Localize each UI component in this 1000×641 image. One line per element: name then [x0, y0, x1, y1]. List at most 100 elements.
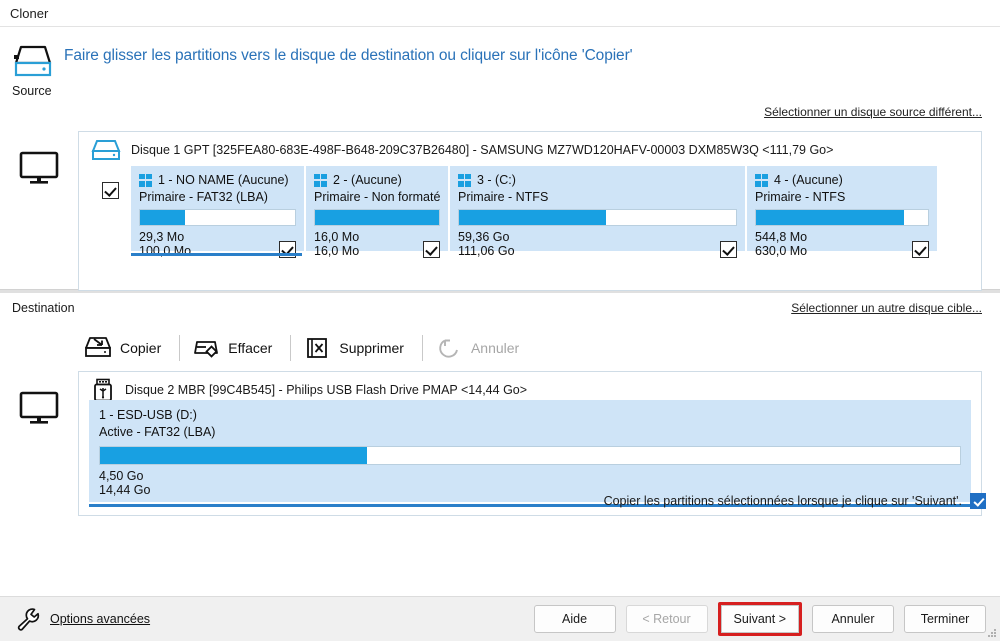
hard-disk-small-icon	[91, 138, 121, 162]
source-partition[interactable]: 1 - NO NAME (Aucune) Primaire - FAT32 (LB…	[131, 166, 304, 258]
window-title: Cloner	[10, 5, 49, 21]
select-other-target-disk-link[interactable]: Sélectionner un autre disque cible...	[791, 301, 982, 315]
source-partition-title-text: 4 - (Aucune)	[774, 173, 843, 187]
annuler-button[interactable]: Annuler	[812, 605, 894, 633]
toolbar-divider	[290, 335, 292, 361]
source-total-size: 16,0 Mo	[314, 244, 360, 258]
destination-computer-column	[0, 371, 78, 425]
source-partition-checkbox[interactable]	[912, 241, 929, 258]
undo-button: Annuler	[429, 333, 531, 363]
advanced-options-label: Options avancées	[50, 612, 151, 626]
source-partition-strip: 1 - NO NAME (Aucune) Primaire - FAT32 (LB…	[89, 160, 981, 258]
resize-grip[interactable]	[987, 628, 997, 638]
monitor-icon	[19, 151, 59, 185]
windows-logo-icon	[314, 173, 327, 187]
windows-logo-icon	[458, 173, 471, 187]
copy-icon	[84, 335, 112, 361]
source-partition[interactable]: 4 - (Aucune) Primaire - NTFS 544,8 Mo 630,0…	[747, 166, 937, 258]
source-usage-bar	[314, 209, 440, 226]
destination-total-size: 14,44 Go	[99, 483, 151, 497]
source-partition-fs: Primaire - NTFS	[458, 190, 549, 204]
copy-button-label: Copier	[120, 340, 162, 356]
destination-partition-title: 1 - ESD-USB (D:)	[99, 408, 197, 422]
source-partition-checkbox[interactable]	[423, 241, 440, 258]
erase-button-label: Effacer	[228, 340, 273, 356]
source-partition-title: 2 - (Aucune)	[314, 173, 440, 187]
source-partition-footer: 544,8 Mo 630,0 Mo	[755, 230, 929, 258]
source-partitions: 1 - NO NAME (Aucune) Primaire - FAT32 (LB…	[131, 166, 981, 258]
erase-icon	[192, 335, 220, 361]
destination-disk-info: Disque 2 MBR [99C4B545] - Philips USB Fl…	[125, 383, 528, 397]
source-used-size: 16,0 Mo	[314, 230, 360, 244]
source-total-size: 100,0 Mo	[139, 244, 192, 258]
copy-button[interactable]: Copier	[78, 333, 173, 363]
copy-on-next-label: Copier les partitions sélectionnées lors…	[603, 494, 962, 508]
destination-partition-fs: Active - FAT32 (LBA)	[99, 425, 216, 439]
source-partition-sizes: 544,8 Mo 630,0 Mo	[755, 230, 807, 258]
undo-button-label: Annuler	[470, 340, 520, 356]
destination-usage-fill	[100, 447, 367, 464]
source-partition-checkbox[interactable]	[279, 241, 296, 258]
source-partition[interactable]: 2 - (Aucune) Primaire - Non formaté 16,0 M…	[306, 166, 448, 258]
source-partition-title-text: 2 - (Aucune)	[333, 173, 402, 187]
copy-on-next-option[interactable]: Copier les partitions sélectionnées lors…	[604, 493, 986, 509]
footer-bar: Options avancées Aide < Retour Suivant > An…	[0, 596, 1000, 641]
source-total-size: 111,06 Go	[458, 244, 515, 258]
source-partition-footer: 16,0 Mo 16,0 Mo	[314, 230, 440, 258]
toolbar-divider	[421, 335, 423, 361]
source-partition-sizes: 16,0 Mo 16,0 Mo	[314, 230, 359, 258]
source-partition-title: 3 - (C:)	[458, 173, 737, 187]
header-row: Faire glisser les partitions vers le dis…	[0, 27, 1000, 81]
source-partition-footer: 29,3 Mo 100,0 Mo	[139, 230, 296, 258]
source-partition[interactable]: 3 - (C:) Primaire - NTFS 59,36 Go 111,06 Go	[450, 166, 745, 258]
hard-disk-icon	[12, 41, 54, 81]
delete-button[interactable]: Supprimer	[297, 333, 416, 363]
source-usage-bar	[139, 209, 296, 226]
destination-disk-header: Disque 2 MBR [99C4B545] - Philips USB Fl…	[79, 372, 981, 402]
next-button-highlight: Suivant >	[717, 602, 802, 636]
source-usage-fill	[315, 210, 439, 225]
source-disk-checkbox-column	[89, 166, 131, 199]
source-disk-header: Disque 1 GPT [325FEA80-683E-498F-B648-20…	[79, 132, 981, 160]
source-disk-info: Disque 1 GPT [325FEA80-683E-498F-B648-20…	[131, 143, 834, 157]
undo-icon	[435, 335, 463, 361]
source-partition-fs: Primaire - FAT32 (LBA)	[139, 190, 268, 204]
destination-partition-sizes: 4,50 Go 14,44 Go	[99, 469, 150, 497]
destination-partition[interactable]: 1 - ESD-USB (D:) Active - FAT32 (LBA) 4,…	[89, 400, 971, 507]
source-usage-fill	[140, 210, 185, 225]
select-different-source-link[interactable]: Sélectionner un disque source différent.…	[764, 105, 982, 119]
source-used-size: 29,3 Mo	[139, 230, 185, 244]
delete-button-label: Supprimer	[339, 340, 404, 356]
destination-toolbar: Copier Effacer Supprimer Annuler	[78, 329, 531, 367]
source-disk-checkbox[interactable]	[101, 182, 119, 199]
source-partition-sizes: 29,3 Mo 100,0 Mo	[139, 230, 191, 258]
advanced-options-link[interactable]: Options avancées	[14, 606, 150, 632]
suivant-button[interactable]: Suivant >	[720, 605, 799, 633]
source-section: Faire glisser les partitions vers le dis…	[0, 27, 1000, 291]
page-title: Faire glisser les partitions vers le dis…	[64, 47, 633, 64]
source-label: Source	[12, 84, 52, 98]
source-usage-bar	[458, 209, 737, 226]
aide-button[interactable]: Aide	[533, 605, 616, 633]
monitor-icon	[19, 391, 59, 425]
source-usage-fill	[459, 210, 606, 225]
terminer-button[interactable]: Terminer	[904, 605, 986, 633]
destination-usage-bar	[99, 446, 961, 465]
erase-button[interactable]: Effacer	[186, 333, 284, 363]
footer-button-group: Aide < Retour Suivant > Annuler Terminer	[524, 602, 986, 636]
windows-logo-icon	[755, 173, 768, 187]
source-usage-fill	[756, 210, 904, 225]
source-partition-title: 1 - NO NAME (Aucune)	[139, 173, 296, 187]
source-used-size: 59,36 Go	[458, 230, 510, 244]
source-partition-fs: Primaire - NTFS	[755, 190, 846, 204]
delete-icon	[303, 335, 331, 361]
copy-on-next-checkbox[interactable]	[970, 493, 986, 509]
source-partition-checkbox[interactable]	[720, 241, 737, 258]
source-partition-sizes: 59,36 Go 111,06 Go	[458, 230, 515, 258]
source-partition-fs: Primaire - Non formaté	[314, 190, 441, 204]
window-titlebar: Cloner	[0, 0, 1000, 26]
source-partition-title-text: 1 - NO NAME (Aucune)	[158, 173, 289, 187]
toolbar-divider	[179, 335, 181, 361]
cloner-wizard: Faire glisser les partitions vers le dis…	[0, 26, 1000, 641]
source-partition-footer: 59,36 Go 111,06 Go	[458, 230, 737, 258]
